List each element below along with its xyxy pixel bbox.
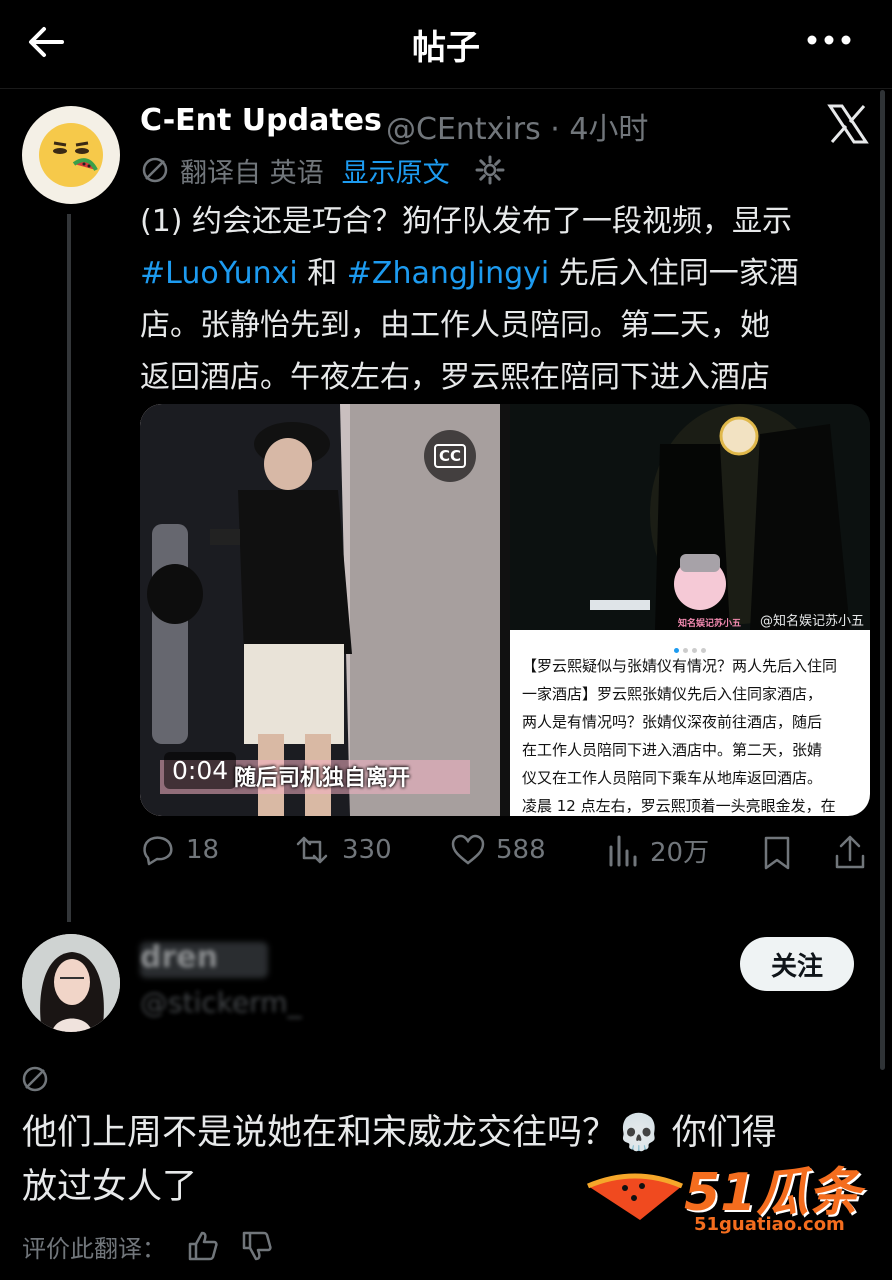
share-icon[interactable] (832, 834, 868, 872)
video-subtitle: 随后司机独自离开 (234, 766, 411, 791)
reply-author-name[interactable]: dren (140, 940, 218, 975)
watermark-url: 51guatiao.com (694, 1214, 845, 1235)
post-text: (1) 约会还是巧合？狗仔队发布了一段视频，显示 (140, 204, 793, 239)
post-body-line-4: 返回酒店。午夜左右，罗云熙在陪同下进入酒店 (140, 352, 870, 404)
article-text-panel: 【罗云熙疑似与张婧仪有情况？两人先后入住同 一家酒店】罗云熙张婧仪先后入住同家酒… (510, 630, 870, 816)
article-text: 【罗云熙疑似与张婧仪有情况？两人先后入住同 一家酒店】罗云熙张婧仪先后入住同家酒… (510, 648, 870, 816)
reply-count: 18 (186, 835, 220, 865)
article-line: 两人是有情况吗？张婧仪深夜前往酒店，随后 (522, 713, 823, 731)
gear-icon[interactable] (474, 154, 506, 186)
x-logo-icon (827, 104, 869, 144)
repost-icon (296, 836, 328, 864)
views-icon (609, 835, 637, 866)
emoji-avatar-icon (39, 123, 103, 187)
video-timestamp: 0:04 (164, 752, 237, 789)
video-thumbnail[interactable]: CC 0:04 随后司机独自离开 (140, 404, 500, 816)
reply-button[interactable]: 18 (140, 832, 219, 868)
follow-button[interactable]: 关注 (740, 937, 854, 991)
translate-icon (142, 157, 168, 183)
rate-translation-row: 评价此翻译： (22, 1226, 274, 1266)
post-body: (1) 约会还是巧合？狗仔队发布了一段视频，显示 #LuoYunxi 和 #Zh… (140, 196, 870, 404)
article-line: 【罗云熙疑似与张婧仪有情况？两人先后入住同 (522, 657, 838, 675)
author-handle-time[interactable]: @CEntxirs · 4小时 (386, 104, 648, 148)
page-title: 帖子 (412, 28, 480, 68)
article-line: 凌晨 12 点左右，罗云熙顶着一头亮眼金发，在 (522, 797, 836, 815)
bookmark-icon[interactable] (760, 834, 794, 872)
cartoon-caption: 知名娱记苏小五 (678, 619, 742, 629)
post-text: 返回酒店。午夜左右，罗云熙在陪同下进入酒店 (140, 360, 770, 395)
post-body-line-1: (1) 约会还是巧合？狗仔队发布了一段视频，显示 (140, 196, 870, 248)
like-count: 588 (496, 835, 546, 865)
view-count: 20万 (650, 838, 710, 868)
author-name[interactable]: C-Ent Updates (140, 103, 382, 138)
author-avatar[interactable] (22, 106, 120, 204)
reply-author-handle[interactable]: @stickerm_ (140, 986, 301, 1019)
post-body-line-2: #LuoYunxi 和 #ZhangJingyi 先后入住同一家酒 (140, 248, 870, 300)
carousel-dots (510, 638, 870, 653)
thread-line (67, 214, 71, 922)
scrollbar[interactable] (880, 90, 885, 1070)
repost-button[interactable]: 330 (292, 832, 392, 868)
post-text: 先后入住同一家酒 (549, 256, 799, 291)
thumbs-up-icon[interactable] (186, 1229, 220, 1263)
like-button[interactable]: 588 (450, 832, 546, 868)
repost-count: 330 (342, 835, 392, 865)
watermelon-logo (587, 1173, 683, 1220)
views-button[interactable]: 20万 (606, 832, 709, 869)
post-body-line-3: 店。张静怡先到，由工作人员陪同。第二天，她 (140, 300, 870, 352)
more-icon[interactable] (806, 30, 852, 50)
post-actions: 18 330 588 20万 (140, 832, 870, 880)
show-original-link[interactable]: 显示原文 (342, 151, 450, 190)
translate-icon (22, 1066, 48, 1092)
site-watermark: 51瓜条 51guatiao.com (580, 1150, 880, 1240)
post-text: 和 (297, 256, 347, 291)
translation-label: 翻译自 英语 (180, 157, 324, 189)
article-line: 仪又在工作人员陪同下乘车从地库返回酒店。 (522, 769, 823, 787)
rate-translation-label: 评价此翻译： (22, 1234, 166, 1263)
cc-label: CC (433, 444, 467, 468)
closed-captions-button[interactable]: CC (424, 430, 476, 482)
article-line: 一家酒店】罗云熙张婧仪先后入住同家酒店， (522, 685, 823, 703)
night-photo (510, 404, 870, 630)
post-media[interactable]: CC 0:04 随后司机独自离开 @知名娱记苏小五 知名娱记苏小五 【罗云熙疑似… (140, 404, 870, 816)
article-line: 在工作人员陪同下进入酒店中。第二天，张婧 (522, 741, 823, 759)
profile-photo (22, 934, 120, 1032)
article-image[interactable]: @知名娱记苏小五 知名娱记苏小五 【罗云熙疑似与张婧仪有情况？两人先后入住同 一… (510, 404, 870, 816)
hashtag-zhangjingyi[interactable]: #ZhangJingyi (347, 256, 549, 291)
heart-icon (451, 834, 485, 865)
post-text: 店。张静怡先到，由工作人员陪同。第二天，她 (140, 308, 770, 343)
translation-row: 翻译自 英语 显示原文 (140, 150, 506, 190)
reply-avatar[interactable] (22, 934, 120, 1032)
hashtag-luoyunxi[interactable]: #LuoYunxi (140, 256, 298, 291)
reply-icon (143, 836, 173, 866)
image-watermark: @知名娱记苏小五 (760, 614, 865, 629)
thumbs-down-icon[interactable] (240, 1229, 274, 1263)
